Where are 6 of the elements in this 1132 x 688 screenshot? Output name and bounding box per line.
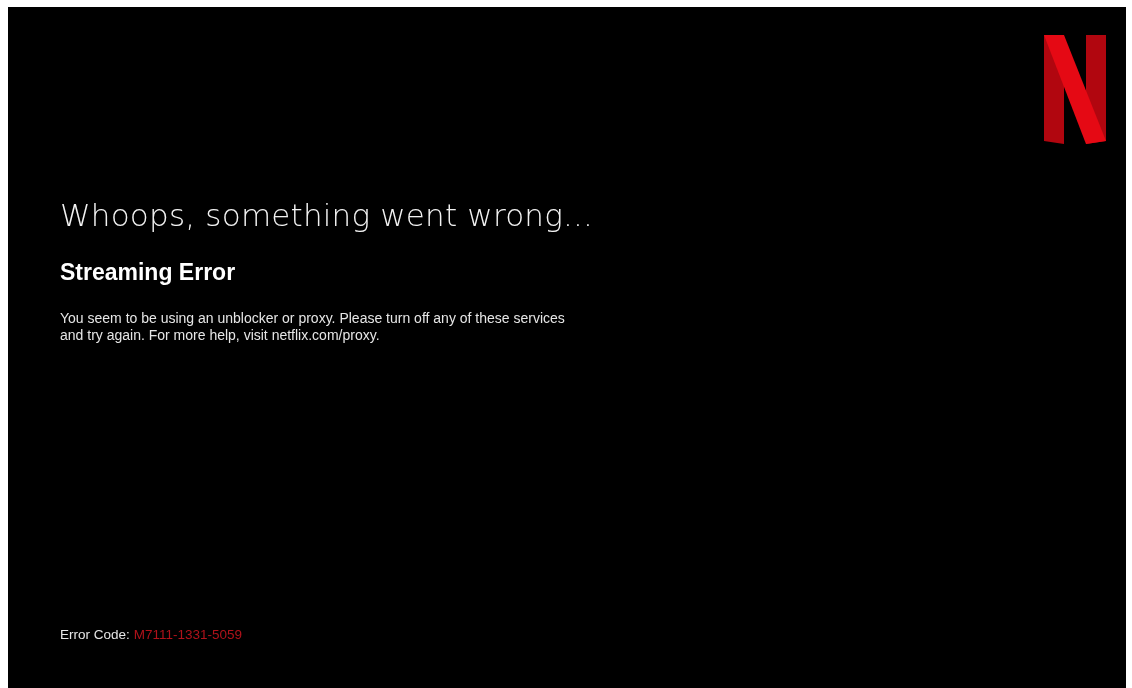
error-heading: Whoops, something went wrong... — [60, 197, 595, 233]
error-code: M7111-1331-5059 — [133, 627, 243, 642]
error-title: Streaming Error — [60, 259, 237, 286]
logo-icon — [1044, 35, 1106, 144]
error-code-label: Error Code: — [60, 627, 130, 642]
error-message: You seem to be using an unblocker or proxy. Please turn off any of these services and try again. For more help, visit netflix.com/proxy. — [60, 310, 566, 344]
